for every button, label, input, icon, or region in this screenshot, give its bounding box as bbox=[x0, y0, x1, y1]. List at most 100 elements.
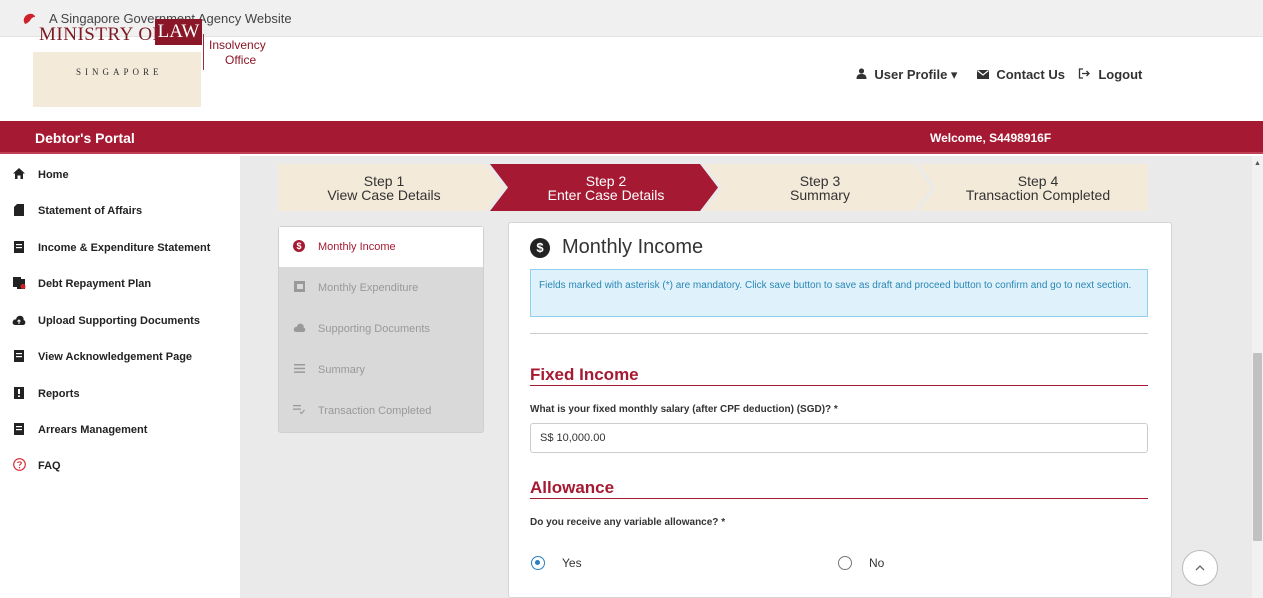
allowance-underline bbox=[530, 498, 1148, 499]
site-header bbox=[0, 37, 1263, 121]
user-profile-label: User Profile ▾ bbox=[874, 67, 958, 82]
welcome-text: Welcome, S4498916F bbox=[930, 131, 1052, 145]
scroll-up-arrow-icon[interactable]: ▲ bbox=[1254, 160, 1261, 167]
salary-label: What is your fixed monthly salary (after… bbox=[530, 404, 838, 415]
question-icon bbox=[12, 458, 26, 474]
tab-transaction-completed[interactable]: Transaction Completed bbox=[279, 391, 483, 431]
fixed-income-underline bbox=[530, 385, 1148, 386]
sidebar-item-income-expenditure[interactable]: Income & Expenditure Statement bbox=[12, 238, 210, 258]
sidebar-item-reports[interactable]: Reports bbox=[12, 384, 80, 404]
ministry-logo[interactable] bbox=[33, 52, 201, 107]
tab-monthly-income[interactable]: $ Monthly Income bbox=[279, 227, 483, 267]
step-4[interactable]: Step 4 Transaction Completed bbox=[928, 164, 1148, 211]
sidebar-item-home[interactable]: Home bbox=[12, 165, 69, 185]
contact-us-label: Contact Us bbox=[996, 67, 1065, 82]
step-number: Step 3 bbox=[799, 173, 841, 189]
tab-label: Monthly Expenditure bbox=[318, 282, 419, 294]
expenditure-icon bbox=[292, 281, 306, 295]
logo-insolvency-text: Insolvency bbox=[209, 38, 266, 52]
step-2[interactable]: Step 2 Enter Case Details bbox=[500, 164, 712, 211]
sidebar-item-label: Home bbox=[38, 169, 69, 181]
sidebar-item-label: View Acknowledgement Page bbox=[38, 351, 193, 363]
step-label: Transaction Completed bbox=[965, 187, 1111, 203]
sidebar bbox=[0, 156, 240, 598]
dollar-icon: $ bbox=[292, 239, 306, 255]
scrollbar-thumb[interactable] bbox=[1253, 353, 1262, 541]
portal-bar: Debtor's Portal Welcome, S4498916F bbox=[0, 121, 1263, 154]
step-progress: Step 1 View Case Details Step 2 Enter Ca… bbox=[278, 164, 1148, 211]
sidebar-item-label: Reports bbox=[38, 388, 80, 400]
cloud-upload-icon bbox=[12, 314, 26, 328]
lion-head-icon bbox=[23, 13, 35, 24]
cloud-icon bbox=[292, 323, 306, 335]
document-icon bbox=[12, 422, 26, 438]
logout-label: Logout bbox=[1098, 67, 1143, 82]
allowance-yes-radio[interactable]: Yes bbox=[531, 556, 582, 570]
fixed-income-heading: Fixed Income bbox=[530, 365, 639, 384]
radio-unchecked-indicator bbox=[838, 556, 852, 570]
logo-ministry-text: MINISTRY OF bbox=[39, 24, 164, 45]
radio-label: Yes bbox=[562, 556, 582, 570]
logout-link[interactable]: Logout bbox=[1078, 67, 1142, 82]
list-icon bbox=[292, 364, 306, 376]
svg-text:$: $ bbox=[296, 241, 301, 251]
logo-office-text: Office bbox=[225, 53, 257, 67]
sidebar-item-label: FAQ bbox=[38, 460, 61, 472]
tab-supporting-documents[interactable]: Supporting Documents bbox=[279, 309, 483, 349]
sidebar-item-label: Debt Repayment Plan bbox=[38, 278, 152, 290]
allowance-label: Do you receive any variable allowance? * bbox=[530, 517, 726, 528]
portal-title: Debtor's Portal bbox=[35, 130, 135, 146]
allowance-no-radio[interactable]: No bbox=[838, 556, 884, 570]
divider bbox=[530, 333, 1148, 334]
dollar-icon: $ bbox=[530, 237, 550, 258]
radio-label: No bbox=[869, 556, 885, 570]
form-title: $ Monthly Income bbox=[530, 236, 703, 259]
contact-us-link[interactable]: Contact Us bbox=[977, 67, 1065, 82]
salary-input[interactable] bbox=[530, 423, 1148, 453]
sidebar-item-statement-of-affairs[interactable]: Statement of Affairs bbox=[12, 201, 142, 221]
user-profile-link[interactable]: User Profile ▾ bbox=[856, 67, 957, 83]
step-label: Summary bbox=[790, 187, 850, 203]
logout-icon bbox=[1078, 68, 1094, 82]
logo-divider bbox=[203, 34, 204, 70]
step-3[interactable]: Step 3 Summary bbox=[714, 164, 926, 211]
step-label: Enter Case Details bbox=[547, 187, 665, 203]
allowance-heading: Allowance bbox=[530, 478, 615, 497]
logo-law-text: LAW bbox=[155, 19, 202, 45]
step-number: Step 2 bbox=[585, 173, 627, 189]
back-to-top-button[interactable] bbox=[1182, 550, 1218, 586]
logo-singapore-text: SINGAPORE bbox=[76, 67, 163, 77]
tab-label: Supporting Documents bbox=[318, 323, 430, 335]
step-label: View Case Details bbox=[327, 187, 441, 203]
tab-label: Transaction Completed bbox=[318, 405, 432, 417]
section-tabs: $ Monthly Income Monthly Expenditure Sup… bbox=[278, 226, 484, 433]
sidebar-item-label: Statement of Affairs bbox=[38, 205, 143, 217]
step-number: Step 1 bbox=[363, 173, 405, 189]
sidebar-item-acknowledgement[interactable]: View Acknowledgement Page bbox=[12, 347, 192, 367]
tab-monthly-expenditure[interactable]: Monthly Expenditure bbox=[279, 268, 483, 308]
document-icon bbox=[12, 240, 26, 256]
tab-label: Monthly Income bbox=[318, 241, 396, 253]
radio-checked-indicator bbox=[531, 556, 545, 570]
step-1[interactable]: Step 1 View Case Details bbox=[278, 164, 490, 211]
step-number: Step 4 bbox=[1017, 173, 1059, 189]
sidebar-item-upload-documents[interactable]: Upload Supporting Documents bbox=[12, 311, 200, 331]
sidebar-item-faq[interactable]: FAQ bbox=[12, 456, 61, 476]
user-icon bbox=[856, 68, 870, 82]
sidebar-item-debt-repayment-plan[interactable]: Debt Repayment Plan bbox=[12, 274, 151, 294]
checklist-icon bbox=[292, 405, 306, 417]
sidebar-item-label: Income & Expenditure Statement bbox=[38, 242, 211, 254]
files-icon bbox=[12, 276, 26, 292]
chevron-up-icon bbox=[1195, 565, 1205, 571]
tab-label: Summary bbox=[318, 364, 366, 376]
info-alert: Fields marked with asterisk (*) are mand… bbox=[530, 269, 1148, 317]
form-title-text: Monthly Income bbox=[562, 236, 704, 258]
page-scrollbar[interactable]: ▲ bbox=[1252, 156, 1263, 598]
report-icon bbox=[12, 386, 26, 402]
tab-summary[interactable]: Summary bbox=[279, 350, 483, 390]
home-icon bbox=[12, 168, 26, 182]
sidebar-item-label: Upload Supporting Documents bbox=[38, 315, 200, 327]
folder-icon bbox=[12, 203, 26, 219]
sidebar-item-label: Arrears Management bbox=[38, 424, 148, 436]
sidebar-item-arrears-management[interactable]: Arrears Management bbox=[12, 420, 147, 440]
